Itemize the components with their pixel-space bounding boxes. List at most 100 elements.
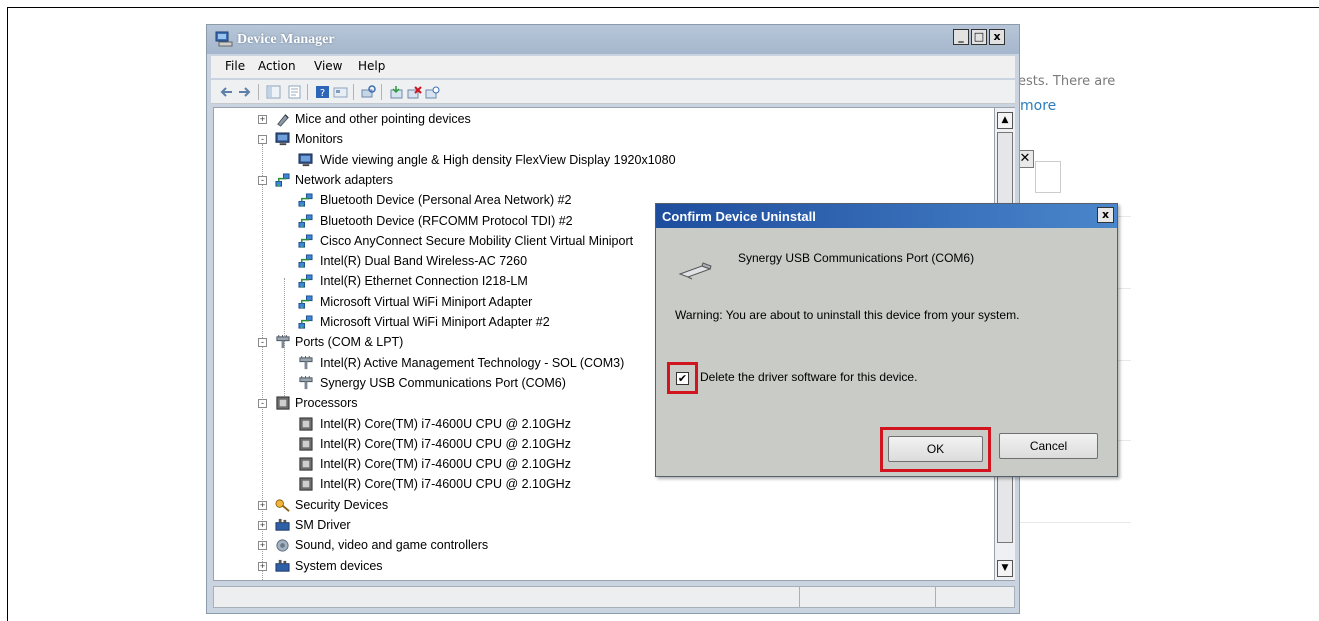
properties-icon[interactable] (287, 85, 302, 99)
port-icon (299, 375, 313, 390)
network-icon (298, 315, 313, 329)
collapse-icon[interactable]: - (258, 175, 267, 185)
tree-item-label: Synergy USB Communications Port (COM6) (320, 375, 566, 390)
delete-driver-checkbox-label[interactable]: Delete the driver software for this devi… (700, 370, 917, 384)
toolbar-separator (381, 84, 382, 100)
tree-category[interactable]: + SM Driver (214, 516, 994, 536)
background-divider (1016, 522, 1131, 523)
toolbar-separator (258, 84, 259, 100)
tree-item-label: Intel(R) Active Management Technology - … (320, 355, 625, 370)
expand-icon[interactable]: + (258, 521, 267, 530)
tree-device-item[interactable]: Wide viewing angle & High density FlexVi… (214, 151, 994, 171)
svg-text:?: ? (320, 88, 325, 99)
tree-item-label: Mice and other pointing devices (295, 112, 471, 126)
network-icon (275, 173, 290, 187)
scroll-down-button[interactable]: ▼ (997, 560, 1013, 577)
tree-item-label: Intel(R) Dual Band Wireless-AC 7260 (320, 254, 528, 269)
network-icon (298, 274, 313, 288)
monitor-icon (275, 132, 290, 146)
window-title-bar[interactable]: Device Manager _ □ x (207, 25, 1019, 54)
delete-driver-checkbox[interactable]: ✔ (676, 372, 689, 385)
key-icon (275, 499, 290, 512)
tree-item-label: Intel(R) Ethernet Connection I218-LM (320, 274, 528, 289)
port-icon (276, 335, 290, 349)
tree-device-item[interactable]: Intel(R) Core(TM) i7-4600U CPU @ 2.10GHz (214, 475, 994, 495)
scroll-up-button[interactable]: ▲ (997, 112, 1013, 129)
minimize-button[interactable]: _ (953, 29, 969, 45)
tree-category[interactable]: + Sound, video and game controllers (214, 536, 994, 556)
tree-item-label: Monitors (295, 132, 343, 147)
tree-item-label: Cisco AnyConnect Secure Mobility Client … (320, 233, 634, 248)
tree-category[interactable]: - Monitors (214, 130, 994, 150)
dialog-title-bar[interactable]: Confirm Device Uninstall x (656, 204, 1117, 228)
confirm-uninstall-dialog: Confirm Device Uninstall x Synergy USB C… (655, 203, 1118, 477)
tree-category[interactable]: + Security Devices (214, 496, 994, 516)
collapse-icon[interactable]: - (258, 399, 267, 409)
show-hide-tree-icon[interactable] (266, 85, 281, 99)
frame-top-border (7, 7, 1319, 8)
tree-item-label: Microsoft Virtual WiFi Miniport Adapter … (320, 315, 550, 329)
back-arrow-icon[interactable] (219, 85, 234, 99)
dialog-title: Confirm Device Uninstall (662, 209, 816, 224)
toolbar-separator (307, 84, 308, 100)
window-title: Device Manager (237, 32, 335, 47)
help-icon[interactable]: ? (315, 85, 330, 99)
processor-icon (299, 416, 313, 431)
update-driver-icon[interactable] (389, 85, 404, 99)
status-bar (213, 586, 1015, 608)
uninstall-device-icon[interactable] (407, 85, 422, 99)
ok-button-highlight: OK (880, 427, 991, 472)
tree-item-label: Wide viewing angle & High density FlexVi… (320, 152, 676, 167)
expand-icon[interactable]: + (258, 115, 267, 124)
maximize-button[interactable]: □ (971, 29, 987, 45)
tree-category[interactable]: + System devices (214, 557, 994, 577)
tree-category[interactable]: - Network adapters (214, 171, 994, 191)
tree-item-label: Processors (295, 396, 358, 411)
toolbar: ? (211, 80, 1015, 104)
dialog-device-name: Synergy USB Communications Port (COM6) (738, 251, 975, 265)
processor-icon (276, 396, 290, 410)
tree-item-label: System devices (295, 558, 383, 573)
collapse-icon[interactable]: - (258, 135, 267, 145)
tree-item-label: Intel(R) Core(TM) i7-4600U CPU @ 2.10GHz (320, 416, 571, 431)
disable-device-icon[interactable] (425, 85, 440, 99)
usb-port-icon (678, 262, 712, 280)
network-icon (298, 295, 313, 309)
scan-hardware-icon[interactable] (361, 85, 376, 99)
menu-file[interactable]: File (225, 59, 245, 73)
mouse-icon (277, 114, 289, 127)
menu-help[interactable]: Help (358, 59, 385, 73)
device-view-icon[interactable] (333, 85, 348, 99)
tree-item-label: Bluetooth Device (Personal Area Network)… (320, 193, 572, 208)
driver-icon (275, 559, 290, 572)
processor-icon (299, 477, 313, 491)
menu-action[interactable]: Action (258, 59, 296, 73)
tree-item-label: Sound, video and game controllers (295, 538, 489, 553)
expand-icon[interactable]: + (258, 561, 267, 571)
network-icon (298, 213, 313, 228)
tree-item-label: Intel(R) Core(TM) i7-4600U CPU @ 2.10GHz (320, 457, 571, 472)
network-icon (298, 234, 313, 248)
ok-button[interactable]: OK (888, 436, 983, 462)
speaker-icon (276, 539, 289, 552)
tree-item-label: Intel(R) Core(TM) i7-4600U CPU @ 2.10GHz (320, 436, 571, 451)
driver-icon (275, 518, 290, 531)
dialog-close-button[interactable]: x (1097, 207, 1114, 223)
expand-icon[interactable]: + (258, 541, 267, 551)
checkbox-highlight: ✔ (667, 362, 698, 394)
background-more-link[interactable]: more (1020, 98, 1056, 114)
collapse-icon[interactable]: - (258, 338, 267, 348)
expand-icon[interactable]: + (258, 500, 267, 510)
background-snippet-text: ests. There are (1018, 74, 1116, 89)
cancel-button[interactable]: Cancel (999, 433, 1098, 459)
toolbar-separator (353, 84, 354, 100)
menu-bar: File Action View Help (211, 56, 1015, 78)
close-button[interactable]: x (989, 29, 1005, 45)
forward-arrow-icon[interactable] (237, 85, 252, 99)
tree-category[interactable]: + Mice and other pointing devices (214, 110, 994, 130)
menu-view[interactable]: View (314, 59, 342, 73)
monitor-icon (298, 153, 313, 166)
tree-item-label: SM Driver (295, 518, 351, 532)
tree-item-label: Network adapters (295, 172, 393, 187)
tree-item-label: Bluetooth Device (RFCOMM Protocol TDI) #… (320, 213, 573, 228)
